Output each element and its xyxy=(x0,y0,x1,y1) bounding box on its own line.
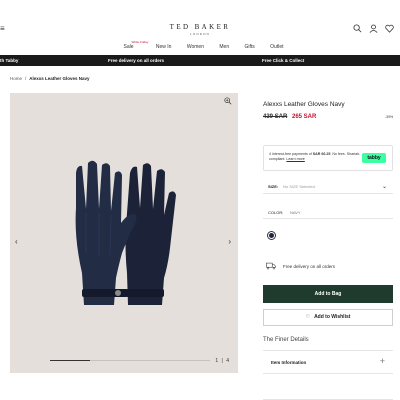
next-image-arrow[interactable]: › xyxy=(228,237,231,246)
add-to-bag-button[interactable]: Add to Bag xyxy=(263,285,393,303)
main-nav: Sale White Friday New In Women Men Gifts … xyxy=(0,40,400,54)
search-icon[interactable] xyxy=(353,24,362,33)
tabby-widget: 4 interest-free payments of SAR 66.25. N… xyxy=(263,145,393,171)
finer-details-heading: The Finer Details xyxy=(263,337,309,343)
promo-bar: th Tabby Free delivery on all orders Fre… xyxy=(0,55,400,66)
truck-icon xyxy=(266,262,276,270)
zoom-icon[interactable] xyxy=(224,97,232,105)
price-original: 439 SAR xyxy=(263,114,288,120)
nav-item-women[interactable]: Women xyxy=(187,44,204,50)
sale-tag: White Friday xyxy=(131,40,149,44)
color-row: COLOR: NAVY xyxy=(263,205,393,219)
delivery-text: Free delivery on all orders xyxy=(283,264,336,269)
breadcrumb-separator: / xyxy=(25,76,27,81)
account-icon[interactable] xyxy=(369,24,378,33)
tabby-learn-more-link[interactable]: Learn more xyxy=(286,157,304,161)
add-to-wishlist-label: Add to Wishlist xyxy=(314,314,351,320)
next-accordion-row[interactable] xyxy=(263,374,393,400)
breadcrumb: Home / Alexxs Leather Gloves Navy xyxy=(10,76,90,81)
header-icons xyxy=(353,24,394,33)
promo-delivery[interactable]: Free delivery on all orders xyxy=(108,58,164,63)
delivery-info: Free delivery on all orders xyxy=(263,262,393,272)
nav-item-outlet[interactable]: Outlet xyxy=(270,44,283,50)
gallery-progress xyxy=(50,360,210,361)
gallery-progress-fill xyxy=(50,360,90,361)
swatch-fill xyxy=(269,233,274,238)
product-title: Alexxs Leather Gloves Navy xyxy=(263,101,345,108)
prev-image-arrow[interactable]: ‹ xyxy=(15,237,18,246)
product-image-gloves xyxy=(75,160,176,305)
promo-tabby[interactable]: th Tabby xyxy=(0,58,18,63)
nav-item-new-in[interactable]: New In xyxy=(156,44,172,50)
nav-item-sale[interactable]: Sale White Friday xyxy=(116,40,148,50)
nav-item-gifts[interactable]: Gifts xyxy=(245,44,255,50)
image-counter: 1 | 4 xyxy=(215,358,230,364)
brand-logo-sub: LONDON xyxy=(189,32,211,36)
color-label-text: COLOR: xyxy=(268,210,284,215)
site-header: ≡ TED BAKER LONDON Sale White Friday New … xyxy=(0,0,400,55)
product-gallery[interactable]: ‹ › 1 | 4 xyxy=(10,93,238,373)
plus-icon: + xyxy=(379,356,385,366)
color-value: NAVY xyxy=(290,210,301,215)
size-selector[interactable]: SIZE: No SIZE Selected ⌄ xyxy=(263,180,393,194)
brand-logo[interactable]: TED BAKER xyxy=(0,23,400,31)
breadcrumb-current: Alexxs Leather Gloves Navy xyxy=(29,76,90,81)
item-information-accordion[interactable]: Item Information + xyxy=(263,350,393,374)
price-sale: 265 SAR xyxy=(292,114,317,120)
heart-icon: ♡ xyxy=(305,314,311,320)
chevron-down-icon: ⌄ xyxy=(381,184,387,190)
discount-badge: -39% xyxy=(385,115,394,119)
color-swatch-navy[interactable] xyxy=(267,231,276,240)
item-information-label: Item Information xyxy=(271,360,307,365)
wishlist-icon[interactable] xyxy=(385,24,394,33)
add-to-wishlist-button[interactable]: ♡ Add to Wishlist xyxy=(263,309,393,326)
size-label: SIZE: xyxy=(268,184,279,189)
tabby-text: 4 interest-free payments of SAR 66.25. N… xyxy=(269,152,361,161)
size-value: No SIZE Selected xyxy=(283,184,315,189)
tabby-logo: tabby xyxy=(362,153,386,163)
promo-click-collect[interactable]: Free Click & Collect xyxy=(262,58,304,63)
breadcrumb-home[interactable]: Home xyxy=(10,76,22,81)
nav-item-men[interactable]: Men xyxy=(219,44,229,50)
